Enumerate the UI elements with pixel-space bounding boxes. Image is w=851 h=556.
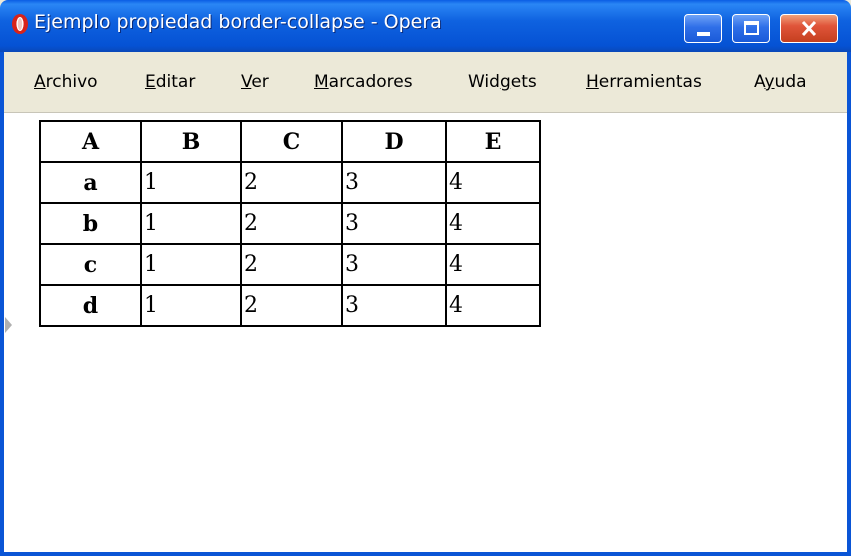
table-cell: 1 xyxy=(140,284,242,327)
maximize-button[interactable] xyxy=(732,14,770,43)
menu-ver[interactable]: Ver xyxy=(241,72,269,92)
table-cell: 2 xyxy=(240,284,343,327)
table-row-header: b xyxy=(39,202,142,245)
window-right-border xyxy=(847,52,851,556)
window-bottom-border xyxy=(0,552,851,556)
table-cell: 1 xyxy=(140,243,242,286)
table-cell: 1 xyxy=(140,202,242,245)
table-cell: 4 xyxy=(445,243,541,286)
table-cell: 4 xyxy=(445,161,541,204)
table-row: b 1 2 3 4 xyxy=(39,202,541,245)
close-icon xyxy=(801,20,817,37)
table-row-header: d xyxy=(39,284,142,327)
table-cell: 3 xyxy=(341,161,447,204)
table-header-cell: B xyxy=(140,120,242,163)
table-header-row: A B C D E xyxy=(39,120,541,163)
page-content: A B C D E a 1 2 3 4 b 1 2 3 4 c 1 2 3 4 … xyxy=(4,112,847,553)
table-cell: 4 xyxy=(445,202,541,245)
menu-marcadores[interactable]: Marcadores xyxy=(314,72,413,92)
panel-toggle-arrow-icon[interactable] xyxy=(5,317,12,333)
browser-window: Ejemplo propiedad border-collapse - Oper… xyxy=(0,0,851,556)
table-row: d 1 2 3 4 xyxy=(39,284,541,327)
maximize-icon xyxy=(744,21,759,35)
table-header-cell: A xyxy=(39,120,142,163)
table-cell: 3 xyxy=(341,202,447,245)
menu-editar[interactable]: Editar xyxy=(145,72,195,92)
menu-herramientas[interactable]: Herramientas xyxy=(586,72,702,92)
table-cell: 2 xyxy=(240,161,343,204)
menu-ayuda[interactable]: Ayuda xyxy=(754,72,807,92)
window-title: Ejemplo propiedad border-collapse - Oper… xyxy=(34,11,442,33)
table-cell: 4 xyxy=(445,284,541,327)
menu-widgets[interactable]: Widgets xyxy=(468,72,537,92)
table-cell: 3 xyxy=(341,243,447,286)
table-header-cell: C xyxy=(240,120,343,163)
table-cell: 2 xyxy=(240,243,343,286)
table-row-header: a xyxy=(39,161,142,204)
table-header-cell: E xyxy=(445,120,541,163)
table-cell: 1 xyxy=(140,161,242,204)
table-cell: 3 xyxy=(341,284,447,327)
table-row: c 1 2 3 4 xyxy=(39,243,541,286)
minimize-icon xyxy=(697,32,710,36)
title-bar[interactable]: Ejemplo propiedad border-collapse - Oper… xyxy=(0,0,851,52)
table-row: a 1 2 3 4 xyxy=(39,161,541,204)
minimize-button[interactable] xyxy=(684,14,722,43)
table-cell: 2 xyxy=(240,202,343,245)
menu-archivo[interactable]: Archivo xyxy=(34,72,98,92)
table-row-header: c xyxy=(39,243,142,286)
close-button[interactable] xyxy=(780,14,838,43)
opera-logo-icon[interactable] xyxy=(10,12,30,36)
table-header-cell: D xyxy=(341,120,447,163)
data-table: A B C D E a 1 2 3 4 b 1 2 3 4 c 1 2 3 4 … xyxy=(39,120,541,327)
menu-bar: Archivo Editar Ver Marcadores Widgets He… xyxy=(4,52,847,112)
